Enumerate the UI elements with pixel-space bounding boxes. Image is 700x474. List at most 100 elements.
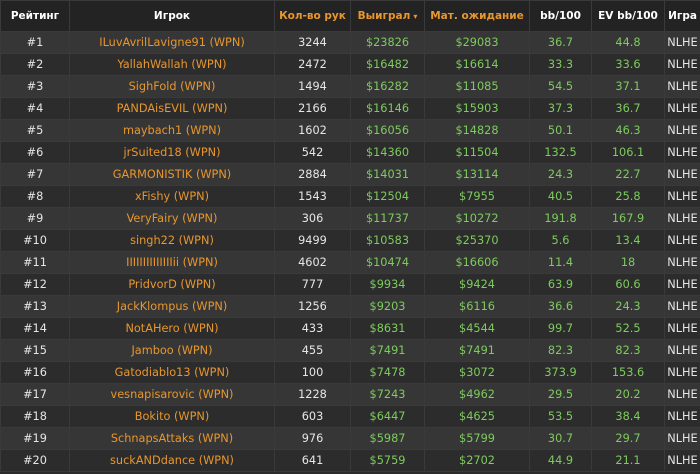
player-cell[interactable]: vesnapisarovic (WPN) [69,383,275,406]
hands-cell: 542 [274,141,351,164]
won-cell: $9203 [350,295,425,318]
rank-cell: #12 [0,273,70,296]
hands-cell: 455 [274,339,351,362]
won-cell: $16146 [350,97,425,120]
player-cell[interactable]: ILuvAvrilLavigne91 (WPN) [69,31,275,54]
header-won[interactable]: Выиграл ▾ [350,0,425,32]
rank-cell: #13 [0,295,70,318]
rank-cell: #11 [0,251,70,274]
player-cell[interactable]: JackKlompus (WPN) [69,295,275,318]
bb100-cell: 191.8 [529,207,592,230]
rank-cell: #20 [0,449,70,472]
player-cell[interactable]: GARMONISTIK (WPN) [69,163,275,186]
player-cell[interactable]: SighFold (WPN) [69,75,275,98]
won-cell: $14031 [350,163,425,186]
rank-cell: #5 [0,119,70,142]
ev-cell: $4962 [424,383,530,406]
player-cell[interactable]: PridvorD (WPN) [69,273,275,296]
hands-cell: 1494 [274,75,351,98]
ev-bb100-cell: 36.7 [591,97,665,120]
bb100-cell: 132.5 [529,141,592,164]
ev-cell: $5799 [424,427,530,450]
won-cell: $5987 [350,427,425,450]
table-row: #13 JackKlompus (WPN) 1256 $9203 $6116 36.6 24… [0,295,700,318]
ev-cell: $16606 [424,251,530,274]
game-cell: NLHE [664,361,700,384]
hands-cell: 1602 [274,119,351,142]
bb100-cell: 63.9 [529,273,592,296]
won-cell: $10474 [350,251,425,274]
player-cell[interactable]: Jamboo (WPN) [69,339,275,362]
won-cell: $12504 [350,185,425,208]
player-cell[interactable]: jrSuited18 (WPN) [69,141,275,164]
table-row: #10 singh22 (WPN) 9499 $10583 $25370 5.6 13.4 N… [0,229,700,252]
game-cell: NLHE [664,229,700,252]
header-bb100[interactable]: bb/100 [529,0,592,32]
bb100-cell: 44.9 [529,449,592,472]
ev-cell: $14828 [424,119,530,142]
player-cell[interactable]: PANDAisEVIL (WPN) [69,97,275,120]
game-cell: NLHE [664,273,700,296]
game-cell: NLHE [664,317,700,340]
table-row: #4 PANDAisEVIL (WPN) 2166 $16146 $15903 37.3 3… [0,97,700,120]
header-rank[interactable]: Рейтинг [0,0,70,32]
rank-cell: #8 [0,185,70,208]
hands-cell: 2166 [274,97,351,120]
player-cell[interactable]: Gatodiablo13 (WPN) [69,361,275,384]
player-cell[interactable]: maybach1 (WPN) [69,119,275,142]
ev-bb100-cell: 38.4 [591,405,665,428]
bb100-cell: 29.5 [529,383,592,406]
player-cell[interactable]: singh22 (WPN) [69,229,275,252]
header-hands[interactable]: Кол-во рук [274,0,351,32]
rank-cell: #16 [0,361,70,384]
bb100-cell: 24.3 [529,163,592,186]
header-player[interactable]: Игрок [69,0,275,32]
header-game[interactable]: Игра [664,0,700,32]
ev-bb100-cell: 20.2 [591,383,665,406]
bb100-cell: 33.3 [529,53,592,76]
table-row: #20 suckANDdance (WPN) 641 $5759 $2702 44.9 21… [0,449,700,472]
hands-cell: 2884 [274,163,351,186]
player-cell[interactable]: Bokito (WPN) [69,405,275,428]
rank-cell: #9 [0,207,70,230]
game-cell: NLHE [664,339,700,362]
ev-cell: $4544 [424,317,530,340]
header-won-label: Выиграл [357,10,411,22]
player-cell[interactable]: VeryFairy (WPN) [69,207,275,230]
table-row: #2 YallahWallah (WPN) 2472 $16482 $16614 33.3… [0,53,700,76]
hands-cell: 1543 [274,185,351,208]
game-cell: NLHE [664,427,700,450]
player-cell[interactable]: SchnapsAttaks (WPN) [69,427,275,450]
ev-cell: $2702 [424,449,530,472]
header-ev[interactable]: Мат. ожидание [424,0,530,32]
ev-cell: $6116 [424,295,530,318]
hands-cell: 9499 [274,229,351,252]
player-cell[interactable]: IIIIIIIIIIIIIIii (WPN) [69,251,275,274]
table-body: #1 ILuvAvrilLavigne91 (WPN) 3244 $23826 $290… [0,31,700,472]
player-cell[interactable]: xFishy (WPN) [69,185,275,208]
game-cell: NLHE [664,119,700,142]
player-cell[interactable]: suckANDdance (WPN) [69,449,275,472]
game-cell: NLHE [664,207,700,230]
rank-cell: #3 [0,75,70,98]
hands-cell: 777 [274,273,351,296]
player-cell[interactable]: NotAHero (WPN) [69,317,275,340]
hands-cell: 1228 [274,383,351,406]
game-cell: NLHE [664,405,700,428]
table-row: #19 SchnapsAttaks (WPN) 976 $5987 $5799 30.7 2… [0,427,700,450]
ev-cell: $11504 [424,141,530,164]
bb100-cell: 5.6 [529,229,592,252]
header-ev-bb100[interactable]: EV bb/100 [591,0,665,32]
player-cell[interactable]: YallahWallah (WPN) [69,53,275,76]
game-cell: NLHE [664,141,700,164]
hands-cell: 433 [274,317,351,340]
bb100-cell: 53.5 [529,405,592,428]
rank-cell: #2 [0,53,70,76]
hands-cell: 4602 [274,251,351,274]
table-row: #18 Bokito (WPN) 603 $6447 $4625 53.5 38.4 NLHE [0,405,700,428]
rank-cell: #1 [0,31,70,54]
rank-cell: #15 [0,339,70,362]
table-row: #14 NotAHero (WPN) 433 $8631 $4544 99.7 52.5 NL… [0,317,700,340]
ev-bb100-cell: 46.3 [591,119,665,142]
ev-cell: $15903 [424,97,530,120]
